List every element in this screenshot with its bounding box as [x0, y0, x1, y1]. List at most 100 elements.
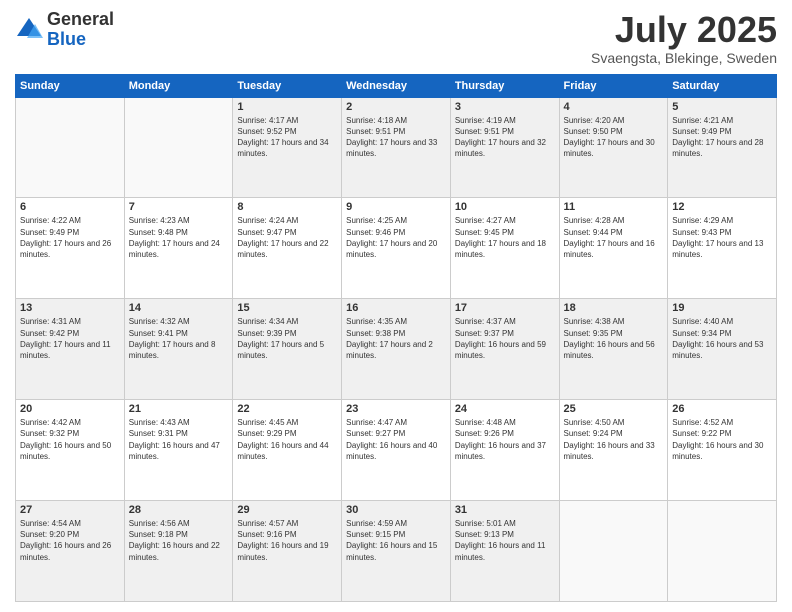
calendar-cell: 6 Sunrise: 4:22 AMSunset: 9:49 PMDaylight… [16, 198, 125, 299]
day-info: Sunrise: 4:20 AMSunset: 9:50 PMDaylight:… [564, 115, 664, 160]
header-row: Sunday Monday Tuesday Wednesday Thursday… [16, 74, 777, 97]
day-info: Sunrise: 4:50 AMSunset: 9:24 PMDaylight:… [564, 417, 664, 462]
calendar-table: Sunday Monday Tuesday Wednesday Thursday… [15, 74, 777, 602]
day-number: 12 [672, 201, 772, 213]
day-number: 3 [455, 101, 555, 113]
day-info: Sunrise: 4:56 AMSunset: 9:18 PMDaylight:… [129, 518, 229, 563]
day-number: 7 [129, 201, 229, 213]
calendar-cell: 11 Sunrise: 4:28 AMSunset: 9:44 PMDayligh… [559, 198, 668, 299]
day-info: Sunrise: 4:22 AMSunset: 9:49 PMDaylight:… [20, 215, 120, 260]
calendar-cell: 22 Sunrise: 4:45 AMSunset: 9:29 PMDayligh… [233, 400, 342, 501]
day-number: 9 [346, 201, 446, 213]
day-info: Sunrise: 4:54 AMSunset: 9:20 PMDaylight:… [20, 518, 120, 563]
calendar-week-row: 6 Sunrise: 4:22 AMSunset: 9:49 PMDaylight… [16, 198, 777, 299]
day-number: 30 [346, 504, 446, 516]
day-info: Sunrise: 4:35 AMSunset: 9:38 PMDaylight:… [346, 316, 446, 361]
col-monday: Monday [124, 74, 233, 97]
day-number: 26 [672, 403, 772, 415]
day-info: Sunrise: 4:21 AMSunset: 9:49 PMDaylight:… [672, 115, 772, 160]
calendar-cell: 24 Sunrise: 4:48 AMSunset: 9:26 PMDayligh… [450, 400, 559, 501]
col-wednesday: Wednesday [342, 74, 451, 97]
day-info: Sunrise: 4:59 AMSunset: 9:15 PMDaylight:… [346, 518, 446, 563]
calendar-cell: 1Sunrise: 4:17 AMSunset: 9:52 PMDaylight… [233, 97, 342, 198]
day-info: Sunrise: 4:34 AMSunset: 9:39 PMDaylight:… [237, 316, 337, 361]
day-info: Sunrise: 4:28 AMSunset: 9:44 PMDaylight:… [564, 215, 664, 260]
calendar-cell: 29 Sunrise: 4:57 AMSunset: 9:16 PMDayligh… [233, 501, 342, 602]
logo-general: General [47, 9, 114, 29]
calendar-cell: 18 Sunrise: 4:38 AMSunset: 9:35 PMDayligh… [559, 299, 668, 400]
calendar-cell: 23 Sunrise: 4:47 AMSunset: 9:27 PMDayligh… [342, 400, 451, 501]
day-number: 22 [237, 403, 337, 415]
col-thursday: Thursday [450, 74, 559, 97]
day-number: 21 [129, 403, 229, 415]
header: General Blue July 2025 Svaengsta, Blekin… [15, 10, 777, 66]
day-number: 29 [237, 504, 337, 516]
calendar-cell: 17 Sunrise: 4:37 AMSunset: 9:37 PMDayligh… [450, 299, 559, 400]
logo-icon [15, 16, 43, 44]
day-info: Sunrise: 4:27 AMSunset: 9:45 PMDaylight:… [455, 215, 555, 260]
calendar-cell: 12Sunrise: 4:29 AMSunset: 9:43 PMDayligh… [668, 198, 777, 299]
day-info: Sunrise: 4:45 AMSunset: 9:29 PMDaylight:… [237, 417, 337, 462]
day-info: Sunrise: 4:24 AMSunset: 9:47 PMDaylight:… [237, 215, 337, 260]
calendar-cell [559, 501, 668, 602]
day-info: Sunrise: 4:43 AMSunset: 9:31 PMDaylight:… [129, 417, 229, 462]
day-info: Sunrise: 4:48 AMSunset: 9:26 PMDaylight:… [455, 417, 555, 462]
calendar-cell: 16Sunrise: 4:35 AMSunset: 9:38 PMDayligh… [342, 299, 451, 400]
day-number: 27 [20, 504, 120, 516]
day-info: Sunrise: 4:19 AMSunset: 9:51 PMDaylight:… [455, 115, 555, 160]
calendar-cell: 2Sunrise: 4:18 AMSunset: 9:51 PMDaylight… [342, 97, 451, 198]
calendar-cell: 20 Sunrise: 4:42 AMSunset: 9:32 PMDayligh… [16, 400, 125, 501]
day-info: Sunrise: 4:17 AMSunset: 9:52 PMDaylight:… [237, 115, 337, 160]
day-number: 28 [129, 504, 229, 516]
day-info: Sunrise: 4:25 AMSunset: 9:46 PMDaylight:… [346, 215, 446, 260]
day-number: 4 [564, 101, 664, 113]
day-number: 14 [129, 302, 229, 314]
day-number: 6 [20, 201, 120, 213]
col-sunday: Sunday [16, 74, 125, 97]
calendar-cell: 3 Sunrise: 4:19 AMSunset: 9:51 PMDaylight… [450, 97, 559, 198]
day-number: 15 [237, 302, 337, 314]
logo: General Blue [15, 10, 114, 50]
day-info: Sunrise: 4:52 AMSunset: 9:22 PMDaylight:… [672, 417, 772, 462]
calendar-cell: 15 Sunrise: 4:34 AMSunset: 9:39 PMDayligh… [233, 299, 342, 400]
calendar-week-row: 27 Sunrise: 4:54 AMSunset: 9:20 PMDayligh… [16, 501, 777, 602]
day-number: 5 [672, 101, 772, 113]
calendar-cell: 14 Sunrise: 4:32 AMSunset: 9:41 PMDayligh… [124, 299, 233, 400]
calendar-cell: 21 Sunrise: 4:43 AMSunset: 9:31 PMDayligh… [124, 400, 233, 501]
col-friday: Friday [559, 74, 668, 97]
calendar-week-row: 13Sunrise: 4:31 AMSunset: 9:42 PMDayligh… [16, 299, 777, 400]
calendar-cell: 25Sunrise: 4:50 AMSunset: 9:24 PMDayligh… [559, 400, 668, 501]
calendar-cell: 8 Sunrise: 4:24 AMSunset: 9:47 PMDaylight… [233, 198, 342, 299]
calendar-cell: 19Sunrise: 4:40 AMSunset: 9:34 PMDayligh… [668, 299, 777, 400]
calendar-cell: 5 Sunrise: 4:21 AMSunset: 9:49 PMDaylight… [668, 97, 777, 198]
day-number: 18 [564, 302, 664, 314]
calendar-cell: 30 Sunrise: 4:59 AMSunset: 9:15 PMDayligh… [342, 501, 451, 602]
calendar-cell: 9 Sunrise: 4:25 AMSunset: 9:46 PMDaylight… [342, 198, 451, 299]
day-info: Sunrise: 4:32 AMSunset: 9:41 PMDaylight:… [129, 316, 229, 361]
day-number: 23 [346, 403, 446, 415]
location: Svaengsta, Blekinge, Sweden [591, 50, 777, 66]
day-number: 24 [455, 403, 555, 415]
col-saturday: Saturday [668, 74, 777, 97]
day-info: Sunrise: 4:37 AMSunset: 9:37 PMDaylight:… [455, 316, 555, 361]
calendar-cell: 4 Sunrise: 4:20 AMSunset: 9:50 PMDaylight… [559, 97, 668, 198]
day-number: 20 [20, 403, 120, 415]
day-number: 13 [20, 302, 120, 314]
day-info: Sunrise: 4:57 AMSunset: 9:16 PMDaylight:… [237, 518, 337, 563]
calendar-cell [124, 97, 233, 198]
calendar-week-row: 1Sunrise: 4:17 AMSunset: 9:52 PMDaylight… [16, 97, 777, 198]
calendar-cell: 7Sunrise: 4:23 AMSunset: 9:48 PMDaylight… [124, 198, 233, 299]
day-number: 17 [455, 302, 555, 314]
day-number: 10 [455, 201, 555, 213]
day-number: 8 [237, 201, 337, 213]
day-info: Sunrise: 4:47 AMSunset: 9:27 PMDaylight:… [346, 417, 446, 462]
calendar-cell: 28 Sunrise: 4:56 AMSunset: 9:18 PMDayligh… [124, 501, 233, 602]
day-number: 31 [455, 504, 555, 516]
day-number: 11 [564, 201, 664, 213]
day-info: Sunrise: 4:40 AMSunset: 9:34 PMDaylight:… [672, 316, 772, 361]
calendar-cell [668, 501, 777, 602]
month-title: July 2025 [591, 10, 777, 50]
day-info: Sunrise: 4:38 AMSunset: 9:35 PMDaylight:… [564, 316, 664, 361]
day-info: Sunrise: 4:42 AMSunset: 9:32 PMDaylight:… [20, 417, 120, 462]
title-block: July 2025 Svaengsta, Blekinge, Sweden [591, 10, 777, 66]
